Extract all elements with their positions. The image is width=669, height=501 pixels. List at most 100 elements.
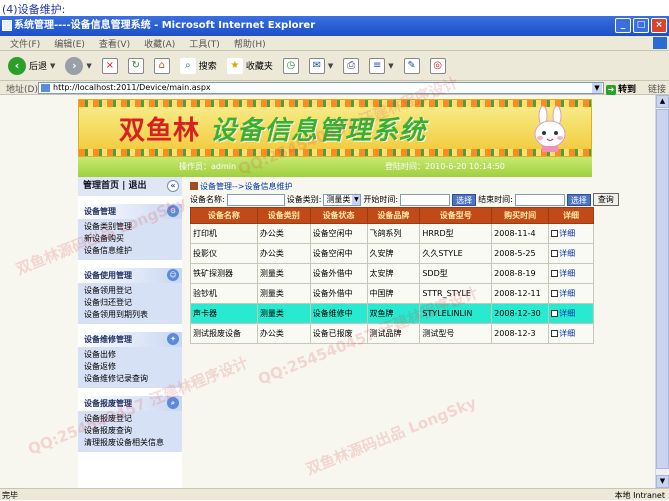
sidebar-item-borrow-register[interactable]: 设备领用登记	[84, 285, 182, 297]
sidebar-item-repair-return[interactable]: 设备返修	[84, 361, 182, 373]
device-type-label: 设备类别:	[286, 195, 322, 204]
home-exit-links[interactable]: 管理首页 | 退出	[83, 181, 147, 191]
menu-tools[interactable]: 工具(T)	[189, 37, 220, 50]
cell-purchase-date: 2008-5-25	[491, 243, 550, 264]
sidebar-item-scrap-register[interactable]: 设备报废登记	[84, 413, 182, 425]
chevron-down-icon[interactable]: ▼	[592, 83, 602, 93]
cell-purchase-date: 2008-12-3	[491, 323, 550, 344]
start-time-input[interactable]	[400, 193, 451, 206]
menu-edit[interactable]: 编辑(E)	[54, 37, 85, 50]
discuss-button[interactable]: ✎	[402, 54, 422, 78]
history-button[interactable]: ◷	[281, 54, 301, 78]
status-text: 完毕	[2, 491, 18, 500]
star-icon: ★	[226, 57, 243, 74]
cell-detail[interactable]: 详细	[548, 223, 594, 244]
group-device-management: 设备管理 ⚙ 设备类别管理 新设备购买 设备信息维护	[78, 204, 182, 260]
main-content: 设备管理-->设备信息维护 设备名称: 设备类别: 测量类 ▼ 开始时间: 选择 …	[182, 177, 619, 488]
cell-brand: 飞鸽系列	[366, 223, 421, 244]
sidebar-item-scrap-cleanup[interactable]: 清理报废设备相关信息	[84, 437, 182, 449]
cell-brand: 双鱼牌	[366, 303, 421, 324]
minimize-button[interactable]: _	[615, 18, 631, 33]
select-start-date-button[interactable]: 选择	[452, 193, 477, 206]
group-title[interactable]: 设备管理 ⚙	[78, 204, 182, 219]
home-button[interactable]: ⌂	[152, 54, 172, 78]
maximize-button[interactable]: □	[633, 18, 649, 33]
print-button[interactable]: ⎙	[341, 54, 361, 78]
col-header-detail: 详细	[548, 207, 594, 224]
sidebar-item-return-register[interactable]: 设备归还登记	[84, 297, 182, 309]
cell-detail[interactable]: 详细	[548, 323, 594, 344]
query-button[interactable]: 查询	[592, 193, 619, 206]
cell-name: 铁矿探测器	[190, 263, 258, 284]
detail-icon	[551, 250, 559, 257]
detail-icon	[551, 290, 559, 297]
scroll-down-icon[interactable]: ▼	[656, 475, 669, 488]
cell-purchase-date: 2008-8-19	[491, 263, 550, 284]
cell-model: 久久STYLE	[419, 243, 493, 264]
cell-status: 设备外借中	[309, 283, 368, 304]
windows-flag-icon	[653, 37, 667, 49]
close-button[interactable]: ×	[651, 18, 667, 33]
address-input[interactable]: http://localhost:2011/Device/main.aspx ▼	[38, 82, 604, 94]
menu-help[interactable]: 帮助(H)	[234, 37, 266, 50]
cell-detail[interactable]: 详细	[548, 243, 594, 264]
device-name-input[interactable]	[226, 193, 285, 206]
menu-view[interactable]: 查看(V)	[99, 37, 130, 50]
stop-icon: ×	[101, 57, 118, 74]
cell-type: 办公类	[256, 223, 311, 244]
col-header-type: 设备类别	[256, 207, 311, 224]
links-button[interactable]: 链接	[648, 82, 666, 95]
sidebar-item-device-type[interactable]: 设备类别管理	[84, 221, 182, 233]
group-title[interactable]: 设备使用管理 ☺	[78, 268, 182, 283]
cell-name: 验钞机	[190, 283, 258, 304]
refresh-icon: ↻	[127, 57, 144, 74]
cell-detail[interactable]: 详细	[548, 263, 594, 284]
refresh-button[interactable]: ↻	[126, 54, 146, 78]
scroll-up-icon[interactable]: ▲	[656, 95, 669, 108]
sidebar-item-repair-records[interactable]: 设备维修记录查询	[84, 373, 182, 385]
bunny-mascot-icon	[534, 106, 566, 152]
cell-purchase-date: 2008-12-30	[491, 303, 550, 324]
carrot-border-top	[79, 100, 591, 107]
vertical-scrollbar[interactable]: ▲ ▼	[655, 95, 669, 488]
mail-icon: ✉	[308, 57, 325, 74]
menu-favorites[interactable]: 收藏(A)	[144, 37, 175, 50]
cell-purchase-date: 2008-12-11	[491, 283, 550, 304]
sidebar-item-repair-out[interactable]: 设备出修	[84, 349, 182, 361]
sidebar-item-device-maintain[interactable]: 设备信息维护	[84, 245, 182, 257]
collapse-sidebar-icon[interactable]: «	[167, 180, 179, 192]
back-label: 后退	[29, 62, 48, 72]
cell-detail[interactable]: 详细	[548, 283, 594, 304]
favorites-button[interactable]: ★ 收藏夹	[225, 54, 275, 78]
operator-text: 操作员：admin	[179, 162, 237, 171]
group-scrap-management: 设备报废管理 ⌕ 设备报废登记 设备报废查询 清理报废设备相关信息	[78, 396, 182, 452]
cell-model: STYLELINLIN	[419, 303, 493, 324]
cell-detail[interactable]: 详细	[548, 303, 594, 324]
table-row: 铁矿探测器 测量类 设备外借中 太安牌 SDD型 2008-8-19 详细	[190, 263, 594, 284]
sidebar-item-scrap-query[interactable]: 设备报废查询	[84, 425, 182, 437]
edit-button[interactable]: ≡ ▼	[367, 54, 395, 78]
forward-button[interactable]: › ▼	[63, 54, 93, 78]
select-end-date-button[interactable]: 选择	[566, 193, 591, 206]
menu-file[interactable]: 文件(F)	[10, 37, 40, 50]
search-form: 设备名称: 设备类别: 测量类 ▼ 开始时间: 选择 结束时间: 选择 查询	[190, 193, 619, 206]
search-button[interactable]: ⌕ 搜索	[178, 54, 219, 78]
table-row: 验钞机 测量类 设备外借中 中国牌 STTR_STYLE 2008-12-11 详细	[190, 283, 594, 304]
mail-button[interactable]: ✉ ▼	[307, 54, 335, 78]
device-type-select[interactable]: 测量类 ▼	[323, 193, 362, 206]
cell-model: STTR_STYLE	[419, 283, 493, 304]
messenger-button[interactable]: ◎	[428, 54, 448, 78]
address-label: 地址(D)	[6, 85, 38, 95]
go-button[interactable]: ➜ 转到	[606, 82, 636, 95]
scroll-thumb[interactable]	[656, 109, 669, 469]
sidebar-item-device-purchase[interactable]: 新设备购买	[84, 233, 182, 245]
messenger-icon: ◎	[429, 57, 446, 74]
end-time-input[interactable]	[514, 193, 565, 206]
back-button[interactable]: ‹ 后退 ▼	[6, 54, 57, 78]
stop-button[interactable]: ×	[100, 54, 120, 78]
detail-icon	[551, 310, 559, 317]
group-title[interactable]: 设备维修管理 ✦	[78, 332, 182, 347]
group-title[interactable]: 设备报废管理 ⌕	[78, 396, 182, 411]
sidebar-item-borrow-expired[interactable]: 设备领用到期列表	[84, 309, 182, 321]
breadcrumb-text[interactable]: 设备管理-->设备信息维护	[200, 182, 292, 191]
